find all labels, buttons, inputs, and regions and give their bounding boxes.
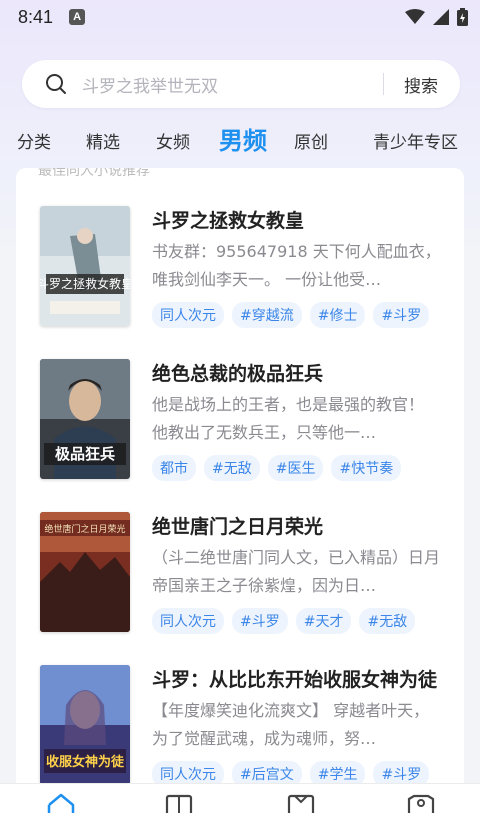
search-divider: [383, 73, 384, 95]
book-cover[interactable]: 极品狂兵: [40, 359, 130, 479]
book-tags: 同人次元 #穿越流 #修士 #斗罗: [152, 302, 430, 328]
book-tag[interactable]: #穿越流: [232, 302, 302, 328]
cover-text: 斗罗之拯救女教皇: [40, 276, 130, 291]
book-title[interactable]: 绝世唐门之日月荣光: [152, 512, 323, 539]
book-title[interactable]: 斗罗之拯救女教皇: [152, 206, 304, 233]
bottom-nav: [0, 783, 480, 813]
book-tag[interactable]: 同人次元: [152, 608, 224, 634]
cover-text: 极品狂兵: [55, 445, 115, 463]
book-item[interactable]: 斗罗之拯救女教皇 斗罗之拯救女教皇 书友群：955647918 天下何人配血衣，…: [16, 206, 464, 346]
cover-text: 收服女神为徒: [46, 754, 125, 770]
battery-icon: [457, 8, 468, 26]
book-tag[interactable]: 都市: [152, 455, 196, 481]
book-tags: 同人次元 #斗罗 #天才 #无敌: [152, 608, 416, 634]
tab-original[interactable]: 原创: [294, 128, 328, 153]
signal-icon: [433, 9, 449, 25]
notification-icon: A: [69, 9, 86, 25]
book-tag[interactable]: 同人次元: [152, 302, 224, 328]
tab-featured[interactable]: 精选: [86, 128, 120, 153]
book-tag[interactable]: #无敌: [359, 608, 416, 634]
cover-text: 绝世唐门之日月荣光: [44, 523, 125, 535]
book-tag[interactable]: #快节奏: [331, 455, 402, 481]
search-input[interactable]: 斗罗之我举世无双: [82, 72, 383, 97]
search-icon: [46, 74, 66, 94]
search-button[interactable]: 搜索: [404, 72, 438, 97]
bookshelf-icon[interactable]: [164, 793, 194, 813]
wifi-icon: [405, 9, 425, 24]
book-tags: 都市 #无敌 #医生 #快节奏: [152, 455, 402, 481]
book-cover[interactable]: 斗罗之拯救女教皇: [40, 206, 130, 326]
book-description: （斗二绝世唐门同人文，已入精品）日月帝国亲王之子徐紫煌，因为日…: [152, 548, 441, 595]
book-tag[interactable]: #无敌: [204, 455, 260, 481]
book-item[interactable]: 绝世唐门之日月荣光 绝世唐门之日月荣光 （斗二绝世唐门同人文，已入精品）日月帝国…: [16, 512, 464, 652]
tab-youth[interactable]: 青少年专区: [373, 128, 458, 153]
tab-male[interactable]: 男频: [219, 121, 267, 156]
status-bar: 8:41 A: [0, 0, 480, 34]
profile-icon[interactable]: [406, 793, 436, 813]
book-cover[interactable]: 绝世唐门之日月荣光: [40, 512, 130, 632]
book-cover[interactable]: 收服女神为徒: [40, 665, 130, 785]
book-tag[interactable]: #斗罗: [373, 302, 430, 328]
status-time: 8:41: [18, 6, 54, 27]
ranking-icon[interactable]: [286, 793, 316, 813]
category-tabs: 分类 精选 女频 男频 原创 青少年专区: [0, 116, 480, 160]
tab-female[interactable]: 女频: [156, 128, 190, 153]
search-bar[interactable]: 斗罗之我举世无双 搜索: [22, 60, 460, 108]
section-title: 最佳同人小说推荐: [38, 168, 150, 179]
book-description: 他是战场上的王者，也是最强的教官！ 他教出了无数兵王，只等他一…: [152, 395, 425, 442]
book-title[interactable]: 绝色总裁的极品狂兵: [152, 359, 323, 386]
book-tag[interactable]: #天才: [295, 608, 352, 634]
tab-category[interactable]: 分类: [17, 128, 51, 153]
book-list-card: 最佳同人小说推荐 斗罗之拯救女教皇 斗罗之拯救女教皇 书友群：955647918…: [16, 168, 464, 813]
book-tag[interactable]: #斗罗: [232, 608, 288, 634]
book-item[interactable]: 极品狂兵 绝色总裁的极品狂兵 他是战场上的王者，也是最强的教官！ 他教出了无数兵…: [16, 359, 464, 499]
book-tag[interactable]: #医生: [267, 455, 324, 481]
book-description: 【年度爆笑迪化流爽文】 穿越者叶天，为了觉醒武魂，成为魂师，努…: [152, 701, 430, 748]
book-tag[interactable]: #修士: [309, 302, 366, 328]
book-title[interactable]: 斗罗：从比比东开始收服女神为徒: [152, 665, 437, 692]
home-icon[interactable]: [46, 793, 76, 813]
book-description: 书友群：955647918 天下何人配血衣，唯我剑仙李天一。 一份让他受…: [152, 242, 441, 289]
